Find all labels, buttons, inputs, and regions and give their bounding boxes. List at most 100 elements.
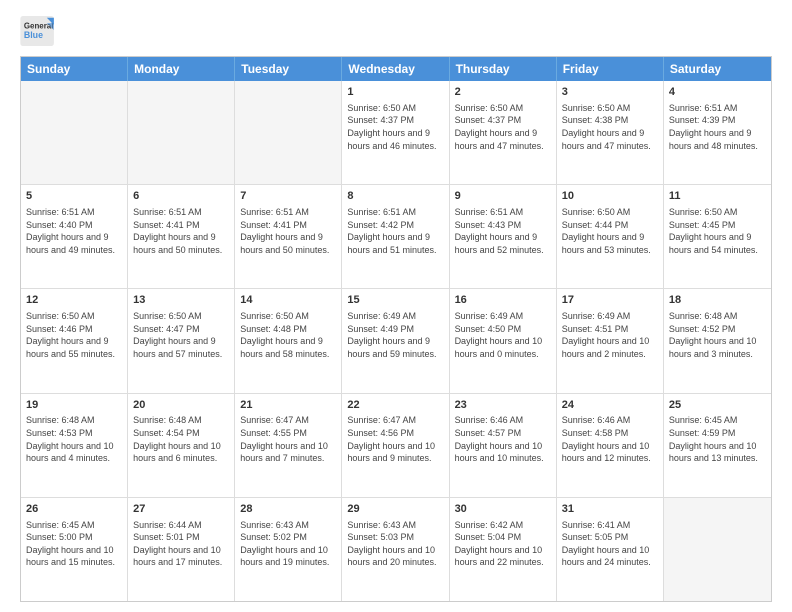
day-number: 1 — [347, 85, 443, 100]
cell-info: Sunrise: 6:50 AMSunset: 4:45 PMDaylight … — [669, 206, 766, 256]
cell-info: Sunrise: 6:46 AMSunset: 4:58 PMDaylight … — [562, 414, 658, 464]
day-number: 29 — [347, 502, 443, 517]
day-number: 11 — [669, 189, 766, 204]
day-number: 6 — [133, 189, 229, 204]
calendar-cell: 19Sunrise: 6:48 AMSunset: 4:53 PMDayligh… — [21, 394, 128, 497]
calendar-cell: 24Sunrise: 6:46 AMSunset: 4:58 PMDayligh… — [557, 394, 664, 497]
calendar-row-2: 12Sunrise: 6:50 AMSunset: 4:46 PMDayligh… — [21, 288, 771, 392]
day-number: 22 — [347, 398, 443, 413]
calendar-cell: 5 Sunrise: 6:51 AMSunset: 4:40 PMDaylight… — [21, 185, 128, 288]
page: General Blue SundayMondayTuesdayWednesda… — [0, 0, 792, 612]
weekday-header-thursday: Thursday — [450, 57, 557, 81]
svg-text:Blue: Blue — [24, 30, 43, 40]
day-number: 27 — [133, 502, 229, 517]
cell-info: Sunrise: 6:51 AMSunset: 4:41 PMDaylight … — [133, 206, 229, 256]
calendar-cell: 1 Sunrise: 6:50 AMSunset: 4:37 PMDaylight… — [342, 81, 449, 184]
cell-info: Sunrise: 6:50 AMSunset: 4:37 PMDaylight … — [347, 102, 443, 152]
cell-info: Sunrise: 6:50 AMSunset: 4:38 PMDaylight … — [562, 102, 658, 152]
calendar-row-1: 5 Sunrise: 6:51 AMSunset: 4:40 PMDaylight… — [21, 184, 771, 288]
day-number: 14 — [240, 293, 336, 308]
calendar-cell: 7 Sunrise: 6:51 AMSunset: 4:41 PMDaylight… — [235, 185, 342, 288]
calendar-cell: 11 Sunrise: 6:50 AMSunset: 4:45 PMDayligh… — [664, 185, 771, 288]
cell-info: Sunrise: 6:51 AMSunset: 4:43 PMDaylight … — [455, 206, 551, 256]
day-number: 10 — [562, 189, 658, 204]
calendar-cell: 12Sunrise: 6:50 AMSunset: 4:46 PMDayligh… — [21, 289, 128, 392]
logo-icon: General Blue — [20, 16, 56, 46]
day-number: 26 — [26, 502, 122, 517]
calendar-row-0: 1 Sunrise: 6:50 AMSunset: 4:37 PMDaylight… — [21, 81, 771, 184]
cell-info: Sunrise: 6:46 AMSunset: 4:57 PMDaylight … — [455, 414, 551, 464]
calendar-cell: 20Sunrise: 6:48 AMSunset: 4:54 PMDayligh… — [128, 394, 235, 497]
calendar-cell: 21Sunrise: 6:47 AMSunset: 4:55 PMDayligh… — [235, 394, 342, 497]
calendar-cell: 4Sunrise: 6:51 AMSunset: 4:39 PMDaylight… — [664, 81, 771, 184]
day-number: 25 — [669, 398, 766, 413]
calendar-cell: 10 Sunrise: 6:50 AMSunset: 4:44 PMDayligh… — [557, 185, 664, 288]
day-number: 7 — [240, 189, 336, 204]
cell-info: Sunrise: 6:50 AMSunset: 4:37 PMDaylight … — [455, 102, 551, 152]
day-number: 2 — [455, 85, 551, 100]
cell-info: Sunrise: 6:45 AMSunset: 5:00 PMDaylight … — [26, 519, 122, 569]
calendar-header: SundayMondayTuesdayWednesdayThursdayFrid… — [21, 57, 771, 81]
calendar-cell: 22Sunrise: 6:47 AMSunset: 4:56 PMDayligh… — [342, 394, 449, 497]
day-number: 17 — [562, 293, 658, 308]
calendar-cell — [664, 498, 771, 601]
header: General Blue — [20, 16, 772, 46]
day-number: 4 — [669, 85, 766, 100]
day-number: 28 — [240, 502, 336, 517]
cell-info: Sunrise: 6:50 AMSunset: 4:48 PMDaylight … — [240, 310, 336, 360]
logo: General Blue — [20, 16, 56, 46]
cell-info: Sunrise: 6:47 AMSunset: 4:56 PMDaylight … — [347, 414, 443, 464]
calendar-cell: 2 Sunrise: 6:50 AMSunset: 4:37 PMDaylight… — [450, 81, 557, 184]
cell-info: Sunrise: 6:50 AMSunset: 4:44 PMDaylight … — [562, 206, 658, 256]
cell-info: Sunrise: 6:51 AMSunset: 4:41 PMDaylight … — [240, 206, 336, 256]
calendar-cell — [21, 81, 128, 184]
calendar-cell: 15Sunrise: 6:49 AMSunset: 4:49 PMDayligh… — [342, 289, 449, 392]
calendar-body: 1 Sunrise: 6:50 AMSunset: 4:37 PMDaylight… — [21, 81, 771, 601]
cell-info: Sunrise: 6:47 AMSunset: 4:55 PMDaylight … — [240, 414, 336, 464]
calendar-cell — [128, 81, 235, 184]
calendar-cell: 6 Sunrise: 6:51 AMSunset: 4:41 PMDaylight… — [128, 185, 235, 288]
calendar-cell: 27Sunrise: 6:44 AMSunset: 5:01 PMDayligh… — [128, 498, 235, 601]
calendar-cell: 17 Sunrise: 6:49 AMSunset: 4:51 PMDayligh… — [557, 289, 664, 392]
cell-info: Sunrise: 6:45 AMSunset: 4:59 PMDaylight … — [669, 414, 766, 464]
day-number: 13 — [133, 293, 229, 308]
day-number: 15 — [347, 293, 443, 308]
calendar-cell: 30 Sunrise: 6:42 AMSunset: 5:04 PMDayligh… — [450, 498, 557, 601]
day-number: 20 — [133, 398, 229, 413]
day-number: 3 — [562, 85, 658, 100]
calendar-cell: 9Sunrise: 6:51 AMSunset: 4:43 PMDaylight… — [450, 185, 557, 288]
svg-text:General: General — [24, 21, 54, 30]
calendar-row-4: 26 Sunrise: 6:45 AMSunset: 5:00 PMDayligh… — [21, 497, 771, 601]
weekday-header-friday: Friday — [557, 57, 664, 81]
weekday-header-wednesday: Wednesday — [342, 57, 449, 81]
day-number: 21 — [240, 398, 336, 413]
weekday-header-tuesday: Tuesday — [235, 57, 342, 81]
weekday-header-sunday: Sunday — [21, 57, 128, 81]
calendar-cell: 23Sunrise: 6:46 AMSunset: 4:57 PMDayligh… — [450, 394, 557, 497]
calendar-cell: 29Sunrise: 6:43 AMSunset: 5:03 PMDayligh… — [342, 498, 449, 601]
calendar-row-3: 19Sunrise: 6:48 AMSunset: 4:53 PMDayligh… — [21, 393, 771, 497]
cell-info: Sunrise: 6:43 AMSunset: 5:02 PMDaylight … — [240, 519, 336, 569]
day-number: 5 — [26, 189, 122, 204]
cell-info: Sunrise: 6:51 AMSunset: 4:40 PMDaylight … — [26, 206, 122, 256]
day-number: 16 — [455, 293, 551, 308]
calendar-cell: 25Sunrise: 6:45 AMSunset: 4:59 PMDayligh… — [664, 394, 771, 497]
cell-info: Sunrise: 6:50 AMSunset: 4:47 PMDaylight … — [133, 310, 229, 360]
day-number: 30 — [455, 502, 551, 517]
cell-info: Sunrise: 6:42 AMSunset: 5:04 PMDaylight … — [455, 519, 551, 569]
day-number: 31 — [562, 502, 658, 517]
calendar-cell: 8Sunrise: 6:51 AMSunset: 4:42 PMDaylight… — [342, 185, 449, 288]
calendar-cell: 28 Sunrise: 6:43 AMSunset: 5:02 PMDayligh… — [235, 498, 342, 601]
day-number: 19 — [26, 398, 122, 413]
calendar-cell — [235, 81, 342, 184]
calendar-cell: 3 Sunrise: 6:50 AMSunset: 4:38 PMDaylight… — [557, 81, 664, 184]
weekday-header-monday: Monday — [128, 57, 235, 81]
day-number: 18 — [669, 293, 766, 308]
day-number: 8 — [347, 189, 443, 204]
day-number: 23 — [455, 398, 551, 413]
calendar-cell: 18Sunrise: 6:48 AMSunset: 4:52 PMDayligh… — [664, 289, 771, 392]
cell-info: Sunrise: 6:49 AMSunset: 4:51 PMDaylight … — [562, 310, 658, 360]
calendar-cell: 14 Sunrise: 6:50 AMSunset: 4:48 PMDayligh… — [235, 289, 342, 392]
cell-info: Sunrise: 6:49 AMSunset: 4:50 PMDaylight … — [455, 310, 551, 360]
cell-info: Sunrise: 6:48 AMSunset: 4:53 PMDaylight … — [26, 414, 122, 464]
